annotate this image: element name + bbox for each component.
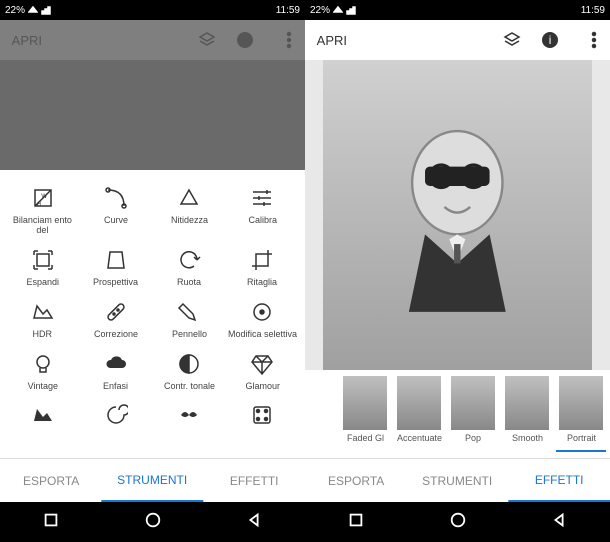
nav-recent-icon[interactable]	[42, 511, 60, 534]
mustache-icon	[177, 403, 201, 427]
target-icon	[250, 300, 274, 324]
tool-row5c[interactable]	[81, 403, 150, 433]
tool-correzione[interactable]: Correzione	[81, 300, 150, 340]
tab-export[interactable]: ESPORTA	[305, 459, 407, 502]
tool-curve[interactable]: Curve	[81, 186, 150, 236]
signal-icon	[346, 5, 356, 15]
status-battery: 22%	[5, 5, 25, 16]
curve-icon	[104, 186, 128, 210]
hdr-icon	[31, 300, 55, 324]
tools-panel: Calibra Nitidezza Curve WBBilanciam ento…	[0, 170, 305, 458]
tool-selettiva[interactable]: Modifica selettiva	[228, 300, 297, 340]
status-time: 11:59	[276, 5, 300, 16]
main-photo	[323, 60, 592, 370]
expand-icon	[31, 248, 55, 272]
nav-bar	[305, 502, 610, 542]
bottom-tabs: EFFETTI STRUMENTI ESPORTA	[305, 458, 610, 502]
status-time: 11:59	[581, 5, 605, 16]
triangle-icon	[177, 186, 201, 210]
tool-vintage[interactable]: Vintage	[8, 352, 77, 392]
filter-portrait[interactable]: Portrait	[556, 376, 606, 452]
tool-calibra[interactable]: Calibra	[228, 186, 297, 236]
crop-icon	[250, 248, 274, 272]
tool-bilanciamento[interactable]: WBBilanciam ento del	[8, 186, 77, 236]
tool-row5b[interactable]	[155, 403, 224, 433]
status-bar: 11:59 22%	[305, 0, 610, 20]
svg-text:W: W	[41, 194, 47, 200]
cloud-icon	[104, 352, 128, 376]
svg-text:i: i	[549, 33, 552, 47]
nav-recent-icon[interactable]	[347, 511, 365, 534]
info-icon[interactable]: i	[540, 30, 560, 50]
tab-effects[interactable]: EFFETTI	[508, 459, 610, 502]
filter-pop[interactable]: Pop	[448, 376, 498, 452]
sliders-icon	[250, 186, 274, 210]
tool-ruota[interactable]: Ruota	[155, 248, 224, 288]
perspective-icon	[104, 248, 128, 272]
image-area[interactable]	[305, 60, 610, 370]
tool-pennello[interactable]: Pennello	[155, 300, 224, 340]
menu-icon[interactable]	[578, 30, 598, 50]
app-header: i APRI	[305, 20, 610, 60]
tool-tonale[interactable]: Contr. tonale	[155, 352, 224, 392]
tool-row5a[interactable]	[228, 403, 297, 433]
tool-glamour[interactable]: Glamour	[228, 352, 297, 392]
filter-accentuate[interactable]: Accentuate	[394, 376, 444, 452]
status-battery: 22%	[310, 5, 330, 16]
tool-prospettiva[interactable]: Prospettiva	[81, 248, 150, 288]
tool-row5d[interactable]	[8, 403, 77, 433]
filter-smooth[interactable]: Smooth	[502, 376, 552, 452]
screen-effects: 11:59 22% i APRI	[305, 0, 610, 542]
nav-bar	[0, 502, 305, 542]
layers-icon[interactable]	[502, 30, 522, 50]
bandage-icon	[104, 300, 128, 324]
rotate-icon	[177, 248, 201, 272]
dice-icon	[250, 403, 274, 427]
wifi-icon	[333, 5, 343, 15]
swirl-icon	[104, 403, 128, 427]
tool-espandi[interactable]: Espandi	[8, 248, 77, 288]
wifi-icon	[28, 5, 38, 15]
bulb-icon	[31, 352, 55, 376]
portrait-placeholder	[377, 91, 538, 339]
brush-icon	[177, 300, 201, 324]
signal-icon	[41, 5, 51, 15]
landscape-icon	[31, 403, 55, 427]
contrast-icon	[177, 352, 201, 376]
tool-enfasi[interactable]: Enfasi	[81, 352, 150, 392]
overlay-dim[interactable]	[0, 20, 305, 170]
screen-tools: 11:59 22% APRI Calibra Nitidezza Curve W…	[0, 0, 305, 542]
nav-back-icon[interactable]	[550, 511, 568, 534]
status-bar: 11:59 22%	[0, 0, 305, 20]
tab-tools[interactable]: STRUMENTI	[407, 459, 509, 502]
filter-strip: Portrait Smooth Pop Accentuate Faded Gl	[305, 370, 610, 458]
wb-icon: WB	[31, 186, 55, 210]
svg-text:B: B	[37, 202, 41, 208]
tab-tools[interactable]: STRUMENTI	[102, 459, 204, 502]
tab-effects[interactable]: EFFETTI	[203, 459, 305, 502]
filter-faded[interactable]: Faded Gl	[340, 376, 390, 452]
tab-export[interactable]: ESPORTA	[0, 459, 102, 502]
open-button[interactable]: APRI	[317, 33, 347, 48]
nav-back-icon[interactable]	[245, 511, 263, 534]
tool-ritaglia[interactable]: Ritaglia	[228, 248, 297, 288]
tool-hdr[interactable]: HDR	[8, 300, 77, 340]
tool-nitidezza[interactable]: Nitidezza	[155, 186, 224, 236]
nav-home-icon[interactable]	[449, 511, 467, 534]
bottom-tabs: EFFETTI STRUMENTI ESPORTA	[0, 458, 305, 502]
diamond-icon	[250, 352, 274, 376]
nav-home-icon[interactable]	[144, 511, 162, 534]
